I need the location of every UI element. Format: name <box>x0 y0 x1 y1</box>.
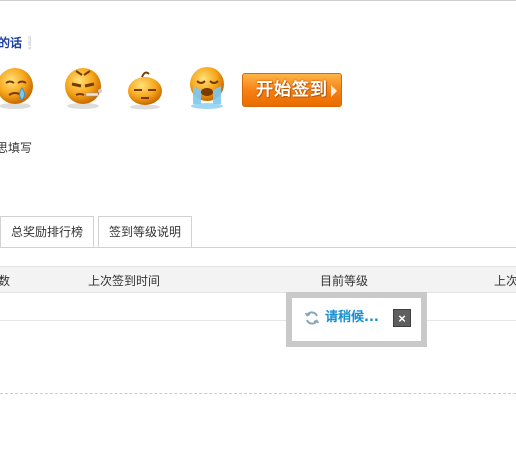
column-header-last-signin-time: 上次签到时间 <box>88 274 161 288</box>
tab-signin-level-info[interactable]: 签到等级说明 <box>98 216 192 247</box>
signin-page: 的话❕ 开始签到 思填写 总奖励排行榜 签到等级说明 数 上次签到时间 目前等级… <box>0 0 516 476</box>
tab-label: 签到等级说明 <box>108 225 181 239</box>
loading-dialog: 请稍候... × <box>286 292 427 347</box>
prompt-exclamation-icon: ❕ <box>22 36 37 50</box>
tab-total-reward-ranking[interactable]: 总奖励排行榜 <box>0 216 94 247</box>
mood-prompt: 的话❕ <box>0 34 37 51</box>
table-row-divider <box>0 320 516 321</box>
refresh-spinner-icon <box>304 311 320 325</box>
tab-bar: 总奖励排行榜 签到等级说明 <box>0 216 516 247</box>
start-signin-button[interactable]: 开始签到 <box>242 73 342 107</box>
column-header-count: 数 <box>0 274 11 288</box>
loading-dialog-body: 请稍候... × <box>292 298 421 341</box>
hint-text: 思填写 <box>0 141 33 155</box>
sad-sweat-face-icon[interactable] <box>0 64 36 110</box>
dashed-divider <box>0 393 516 394</box>
tab-divider <box>0 247 516 248</box>
table-header: 数 上次签到时间 目前等级 上次 <box>0 266 516 293</box>
sleepy-face-icon[interactable] <box>122 66 166 112</box>
column-header-last: 上次 <box>494 274 516 288</box>
loading-text: 请稍候... <box>325 310 379 325</box>
crying-face-icon[interactable] <box>184 64 228 110</box>
close-button[interactable]: × <box>393 309 411 327</box>
sick-face-icon[interactable] <box>60 64 104 110</box>
column-header-current-level: 目前等级 <box>320 274 369 288</box>
tab-label: 总奖励排行榜 <box>10 225 83 239</box>
top-divider <box>0 0 516 1</box>
mood-prompt-text: 的话 <box>0 36 23 50</box>
